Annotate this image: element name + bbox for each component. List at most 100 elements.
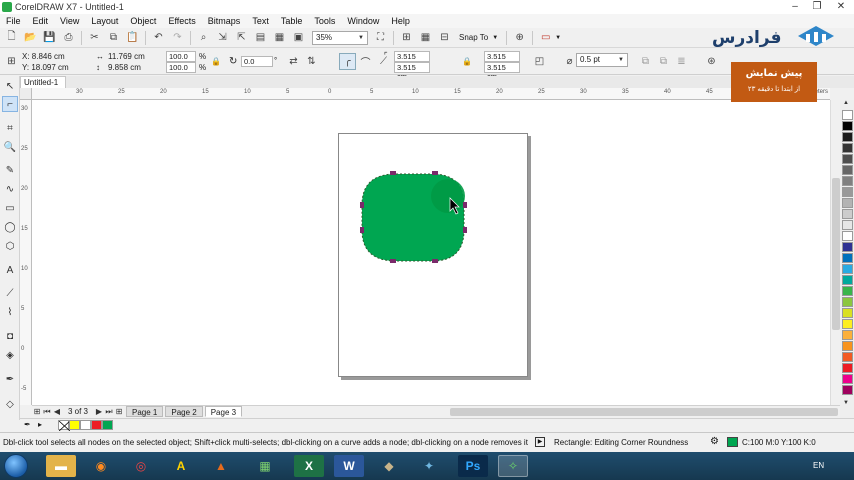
shape-tool-icon[interactable]: ⌐ xyxy=(2,96,18,112)
palette-swatch[interactable] xyxy=(842,308,853,318)
paste-icon[interactable]: 📋 xyxy=(124,29,141,46)
palette-swatch[interactable] xyxy=(842,253,853,263)
palette-swatch[interactable] xyxy=(842,132,853,142)
redo-icon[interactable]: ↷ xyxy=(169,29,186,46)
publish-pdf-icon[interactable]: ▤ xyxy=(252,29,269,46)
search-content-icon[interactable]: ⌕ xyxy=(195,29,212,46)
palette-swatch[interactable] xyxy=(842,330,853,340)
polygon-tool-icon[interactable]: ⬡ xyxy=(2,238,18,254)
explorer-taskbar-icon[interactable]: ▬ xyxy=(46,455,76,477)
node-handle[interactable] xyxy=(360,202,364,208)
round-corner-icon[interactable]: ╭ xyxy=(339,53,356,70)
fill-settings-icon[interactable]: ⚙ xyxy=(710,436,719,447)
artistic-media-icon[interactable]: ∿ xyxy=(2,181,18,197)
no-color-swatch[interactable] xyxy=(58,420,71,432)
show-rulers-icon[interactable]: ⊞ xyxy=(398,29,415,46)
corner-radius-bottom-right[interactable]: 3.515 cm xyxy=(484,62,520,81)
ellipse-tool-icon[interactable]: ◯ xyxy=(2,219,18,235)
node-handle[interactable] xyxy=(390,171,396,175)
crop-tool-icon[interactable]: ⌗ xyxy=(2,120,18,136)
autocad-taskbar-icon[interactable]: A xyxy=(166,455,196,477)
palette-swatch[interactable] xyxy=(842,165,853,175)
green-rounded-rectangle[interactable] xyxy=(361,173,465,262)
options-icon[interactable]: ▭ xyxy=(537,29,554,46)
node-handle[interactable] xyxy=(390,259,396,263)
doc-swatch-green[interactable] xyxy=(102,420,113,430)
menu-table[interactable]: Table xyxy=(275,16,309,26)
palette-swatch[interactable] xyxy=(842,275,853,285)
tab-page-2[interactable]: Page 2 xyxy=(165,406,203,417)
input-language-indicator[interactable]: EN xyxy=(813,461,824,470)
palette-swatch[interactable] xyxy=(842,187,853,197)
print-icon[interactable]: ⎙ xyxy=(60,29,77,46)
word-taskbar-icon[interactable]: W xyxy=(334,455,364,477)
save-icon[interactable]: 💾 xyxy=(41,29,58,46)
last-page-icon[interactable]: ⏭ xyxy=(104,407,114,417)
lock-ratio-icon[interactable]: 🔒 xyxy=(211,57,221,66)
horizontal-scroll-thumb[interactable] xyxy=(450,408,838,416)
maximize-button[interactable]: ❐ xyxy=(806,0,828,14)
rectangle-tool-icon[interactable]: ▭ xyxy=(2,200,18,216)
ruler-origin[interactable] xyxy=(20,88,32,100)
drop-shadow-icon[interactable]: ◘ xyxy=(2,328,18,344)
wrap-text-icon[interactable]: ≣ xyxy=(673,53,690,70)
full-screen-icon[interactable]: ⛶ xyxy=(372,29,389,46)
doc-swatch-yellow[interactable] xyxy=(69,420,80,430)
menu-tools[interactable]: Tools xyxy=(308,16,341,26)
palette-swatch[interactable] xyxy=(842,242,853,252)
to-front-icon[interactable]: ⧉ xyxy=(637,53,654,70)
zoom-level-select[interactable]: 35% ▼ xyxy=(312,30,368,45)
palette-scroll-down-icon[interactable]: ▼ xyxy=(843,400,849,406)
show-guidelines-icon[interactable]: ⊟ xyxy=(436,29,453,46)
tab-untitled-1[interactable]: Untitled-1 xyxy=(20,76,66,88)
object-origin-icon[interactable]: ⊞ xyxy=(3,53,20,70)
menu-window[interactable]: Window xyxy=(341,16,385,26)
matlab-taskbar-icon[interactable]: ▲ xyxy=(206,455,236,477)
palette-scroll-up-icon[interactable]: ▲ xyxy=(843,100,849,106)
new-document-icon[interactable]: 🗋 xyxy=(3,29,20,46)
palette-swatch[interactable] xyxy=(842,231,853,241)
firefox-taskbar-icon[interactable]: ◉ xyxy=(86,455,116,477)
vertical-scroll-thumb[interactable] xyxy=(832,178,840,330)
palette-swatch[interactable] xyxy=(842,264,853,274)
next-page-icon[interactable]: ▶ xyxy=(94,407,104,416)
scale-height-field[interactable]: 100.0 xyxy=(166,62,196,73)
parallel-dimension-icon[interactable]: ⟋ xyxy=(2,285,18,301)
palette-swatch[interactable] xyxy=(842,374,853,384)
palette-swatch[interactable] xyxy=(842,176,853,186)
node-handle[interactable] xyxy=(463,227,467,233)
undo-icon[interactable]: ↶ xyxy=(150,29,167,46)
play-icon[interactable]: ▶ xyxy=(535,437,545,447)
palette-swatch[interactable] xyxy=(842,220,853,230)
vertical-ruler[interactable]: 30 25 20 15 10 5 0 -5 xyxy=(20,100,32,405)
doc-swatch-red[interactable] xyxy=(91,420,102,430)
rotation-field[interactable]: 0.0 xyxy=(241,56,273,67)
tab-page-1[interactable]: Page 1 xyxy=(126,406,164,417)
relative-corner-scaling-icon[interactable]: ◰ xyxy=(531,53,548,70)
corner-radius-top-right[interactable]: 3.515 cm xyxy=(484,51,520,70)
interactive-fill-icon[interactable]: ◇ xyxy=(2,396,18,412)
palette-swatch[interactable] xyxy=(842,385,853,395)
close-button[interactable]: ✕ xyxy=(828,0,854,14)
node-handle[interactable] xyxy=(432,171,438,175)
fill-color-swatch[interactable] xyxy=(727,437,738,447)
palette-swatch[interactable] xyxy=(842,341,853,351)
menu-layout[interactable]: Layout xyxy=(85,16,124,26)
drawing-canvas[interactable] xyxy=(32,100,830,405)
add-page-before-icon[interactable]: ⊞ xyxy=(32,407,42,416)
photoshop-taskbar-icon[interactable]: Ps xyxy=(458,455,488,477)
menu-text[interactable]: Text xyxy=(246,16,275,26)
palette-swatch[interactable] xyxy=(842,297,853,307)
mirror-horizontal-icon[interactable]: ⇄ xyxy=(285,53,302,70)
eyedropper-palette-icon[interactable]: ✒ xyxy=(24,420,31,429)
transparency-icon[interactable]: ◈ xyxy=(2,347,18,363)
snap-to-dropdown[interactable]: Snap To ▼ xyxy=(454,30,503,45)
doc-swatch-white[interactable] xyxy=(80,420,91,430)
spreadsheet-taskbar-icon[interactable]: ▦ xyxy=(250,455,280,477)
height-field[interactable]: 9.858 cm xyxy=(108,63,141,72)
export-icon[interactable]: ⇱ xyxy=(233,29,250,46)
menu-edit[interactable]: Edit xyxy=(27,16,55,26)
x-position-field[interactable]: X: 8.846 cm xyxy=(22,52,65,61)
to-back-icon[interactable]: ⧉ xyxy=(655,53,672,70)
width-field[interactable]: 11.769 cm xyxy=(108,52,145,61)
